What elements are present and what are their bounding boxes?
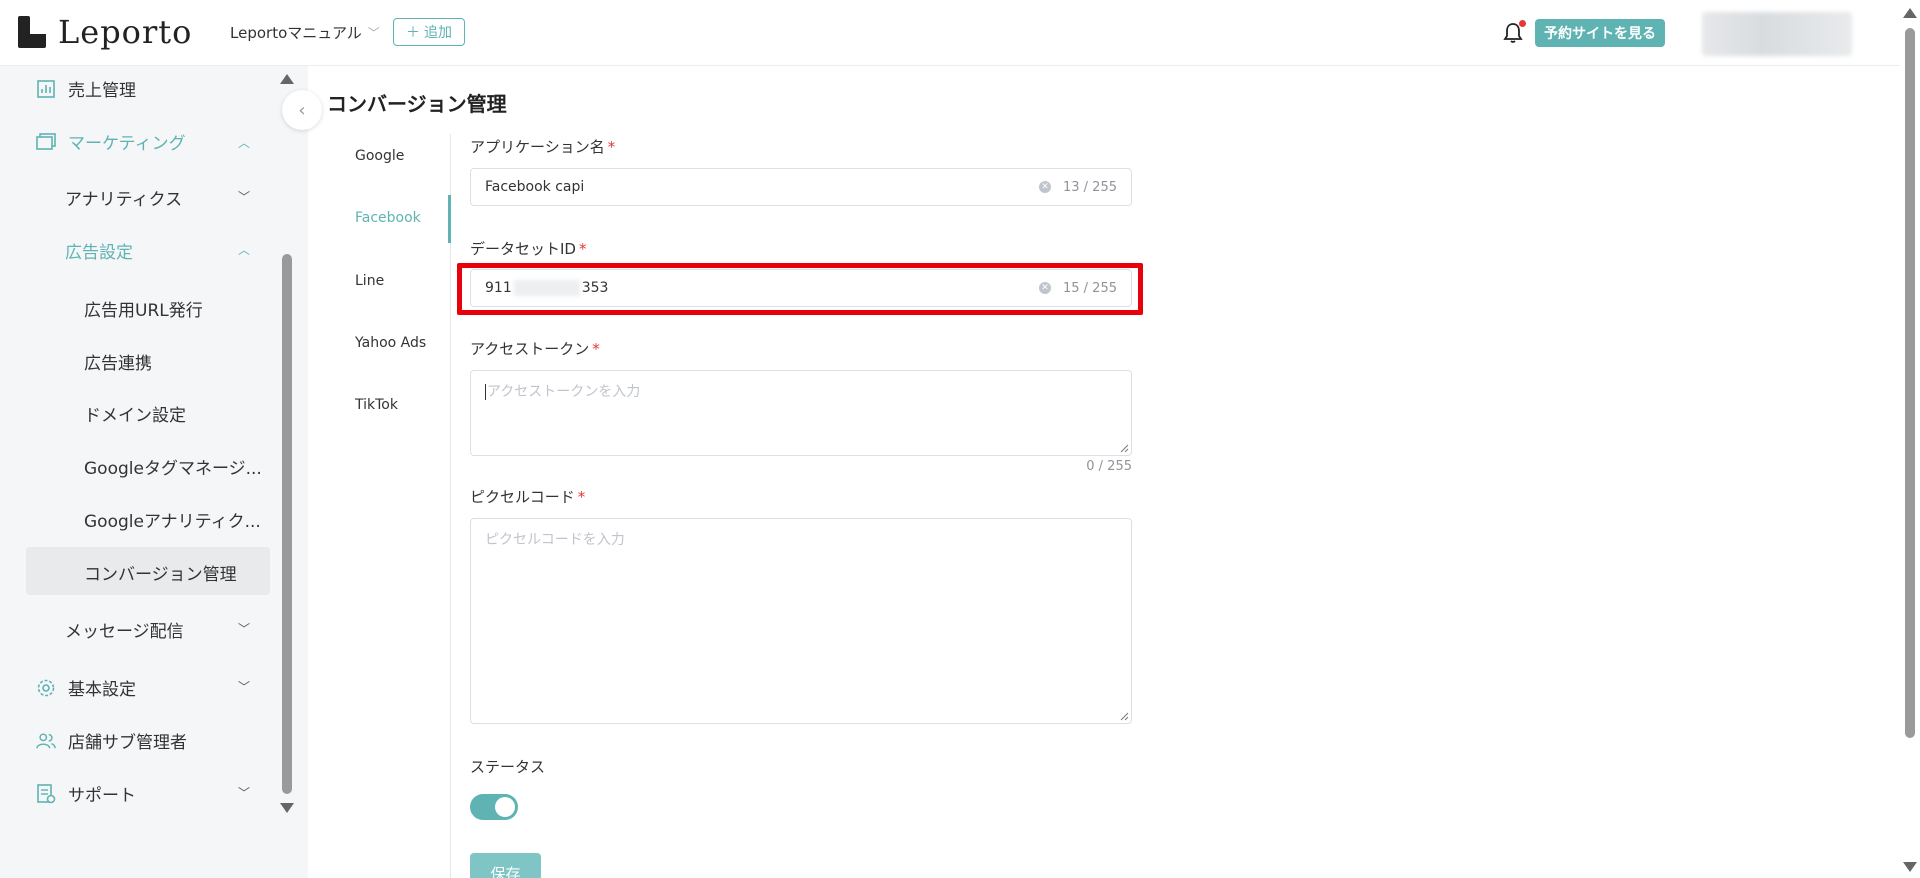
sidebar-item-marketing[interactable]: マーケティング xyxy=(36,129,186,154)
required-mark: * xyxy=(578,240,587,258)
app-name-label: アプリケーション名 * xyxy=(470,136,615,157)
page-title: コンバージョン管理 xyxy=(327,92,507,116)
add-button-label: 追加 xyxy=(424,25,452,41)
dataset-id-label: データセットID * xyxy=(470,238,586,259)
pixel-code-label-text: ピクセルコード xyxy=(470,488,575,506)
sidebar-item-label: コンバージョン管理 xyxy=(84,565,237,585)
tab-line[interactable]: Line xyxy=(355,273,384,289)
sidebar-item-label: 店舗サブ管理者 xyxy=(68,733,187,753)
required-mark: * xyxy=(607,138,616,156)
app-name-label-text: アプリケーション名 xyxy=(470,138,605,156)
access-token-textarea[interactable]: アクセストークンを入力 xyxy=(470,370,1132,456)
resize-grip-icon[interactable] xyxy=(1119,443,1129,453)
sidebar-item-ga[interactable]: Googleアナリティク... xyxy=(84,507,261,532)
sidebar-item-label: 基本設定 xyxy=(68,680,136,700)
sidebar-item-support[interactable]: サポート xyxy=(36,781,136,806)
sidebar-item-ad-url[interactable]: 広告用URL発行 xyxy=(84,296,203,321)
sidebar-item-gtm[interactable]: Googleタグマネージ... xyxy=(84,454,262,479)
support-doc-icon xyxy=(36,783,56,804)
sidebar-scrollbar-thumb[interactable] xyxy=(282,254,292,794)
sidebar-item-label: 広告設定 xyxy=(65,243,133,263)
text-cursor xyxy=(485,384,486,400)
app-name-input[interactable]: Facebook capi ✕ 13 / 255 xyxy=(470,168,1132,206)
status-toggle[interactable] xyxy=(470,794,518,820)
resize-grip-icon[interactable] xyxy=(1119,711,1129,721)
page-scroll-down-icon[interactable] xyxy=(1903,862,1917,872)
dataset-id-label-text: データセットID xyxy=(470,240,576,258)
sidebar-item-conversion[interactable]: コンバージョン管理 xyxy=(84,560,237,585)
chart-icon xyxy=(36,79,56,99)
tab-google[interactable]: Google xyxy=(355,148,404,164)
sidebar-item-message[interactable]: メッセージ配信 xyxy=(65,617,184,642)
sidebar: 売上管理 マーケティング ︿ アナリティクス ﹀ 広告設定 ︿ 広告用URL発行… xyxy=(0,66,308,878)
logo-mark-icon xyxy=(18,16,48,48)
access-token-label: アクセストークン * xyxy=(470,338,600,359)
store-selector[interactable]: Leportoマニュアル ﹀ xyxy=(230,22,380,43)
sidebar-item-label: ドメイン設定 xyxy=(84,406,186,426)
clear-icon[interactable]: ✕ xyxy=(1039,181,1051,193)
sidebar-item-ad-settings[interactable]: 広告設定 xyxy=(65,238,133,263)
chevron-up-icon[interactable]: ︿ xyxy=(238,241,250,258)
save-button[interactable]: 保存 xyxy=(470,853,541,878)
chevron-down-icon[interactable]: ﹀ xyxy=(238,678,250,695)
chevron-down-icon[interactable]: ﹀ xyxy=(238,784,250,801)
pixel-code-placeholder: ピクセルコードを入力 xyxy=(485,532,625,548)
pixel-code-label: ピクセルコード * xyxy=(470,486,585,507)
sidebar-collapse-button[interactable]: ‹ xyxy=(282,90,322,130)
required-mark: * xyxy=(592,340,600,358)
store-name: Leportoマニュアル xyxy=(230,24,362,42)
chevron-down-icon[interactable]: ﹀ xyxy=(238,188,250,205)
access-token-placeholder: アクセストークンを入力 xyxy=(487,384,641,400)
status-label: ステータス xyxy=(470,758,546,776)
window-icon xyxy=(36,132,56,152)
sidebar-item-label: サポート xyxy=(68,786,136,806)
chevron-left-icon: ‹ xyxy=(298,99,306,121)
toggle-knob xyxy=(495,797,515,817)
sidebar-item-basic-settings[interactable]: 基本設定 xyxy=(36,675,136,700)
user-account-blurred[interactable] xyxy=(1702,12,1852,56)
leporto-logo[interactable]: Leporto xyxy=(18,13,193,51)
page-scrollbar-thumb[interactable] xyxy=(1905,28,1915,738)
sidebar-item-label: Googleタグマネージ... xyxy=(84,459,262,479)
required-mark: * xyxy=(577,488,586,506)
chevron-up-icon[interactable]: ︿ xyxy=(238,134,250,151)
sidebar-item-sub-admin[interactable]: 店舗サブ管理者 xyxy=(36,728,187,753)
gear-icon xyxy=(36,678,56,698)
top-header: Leporto Leportoマニュアル ﹀ ＋ 追加 予約サイトを見る xyxy=(0,0,1920,66)
char-count: 13 / 255 xyxy=(1063,179,1117,195)
sidebar-item-label: 広告連携 xyxy=(84,354,152,374)
view-reservation-site-button[interactable]: 予約サイトを見る xyxy=(1535,19,1665,47)
sidebar-item-sales[interactable]: 売上管理 xyxy=(36,76,136,101)
pixel-code-textarea[interactable]: ピクセルコードを入力 xyxy=(470,518,1132,724)
tab-tiktok[interactable]: TikTok xyxy=(355,397,398,413)
highlight-box xyxy=(457,263,1143,315)
sidebar-item-ad-link[interactable]: 広告連携 xyxy=(84,349,152,374)
sidebar-item-label: 広告用URL発行 xyxy=(84,301,203,321)
tab-divider xyxy=(450,134,451,878)
users-icon xyxy=(36,731,56,751)
sidebar-item-label: 売上管理 xyxy=(68,81,136,101)
page-scroll-up-icon[interactable] xyxy=(1903,8,1917,18)
add-button[interactable]: ＋ 追加 xyxy=(393,18,465,46)
app-name-value: Facebook capi xyxy=(485,179,585,195)
tab-yahoo-ads[interactable]: Yahoo Ads xyxy=(355,335,426,351)
sidebar-item-domain[interactable]: ドメイン設定 xyxy=(84,401,186,426)
logo-text: Leporto xyxy=(58,13,193,51)
plus-icon: ＋ xyxy=(406,25,420,41)
active-tab-indicator xyxy=(448,195,451,243)
sidebar-scroll-up-icon[interactable] xyxy=(280,74,294,84)
tab-facebook[interactable]: Facebook xyxy=(355,210,421,226)
sidebar-item-label: アナリティクス xyxy=(65,190,183,210)
sidebar-item-label: マーケティング xyxy=(68,134,186,154)
access-token-label-text: アクセストークン xyxy=(470,340,590,358)
chevron-down-icon: ﹀ xyxy=(367,26,380,40)
char-count: 0 / 255 xyxy=(1086,459,1132,474)
sidebar-item-label: メッセージ配信 xyxy=(65,622,184,642)
sidebar-item-analytics[interactable]: アナリティクス xyxy=(65,185,182,210)
notification-dot xyxy=(1519,20,1526,27)
sidebar-item-label: Googleアナリティク... xyxy=(84,512,261,532)
sidebar-scroll-down-icon[interactable] xyxy=(280,803,294,813)
chevron-down-icon[interactable]: ﹀ xyxy=(238,620,250,637)
